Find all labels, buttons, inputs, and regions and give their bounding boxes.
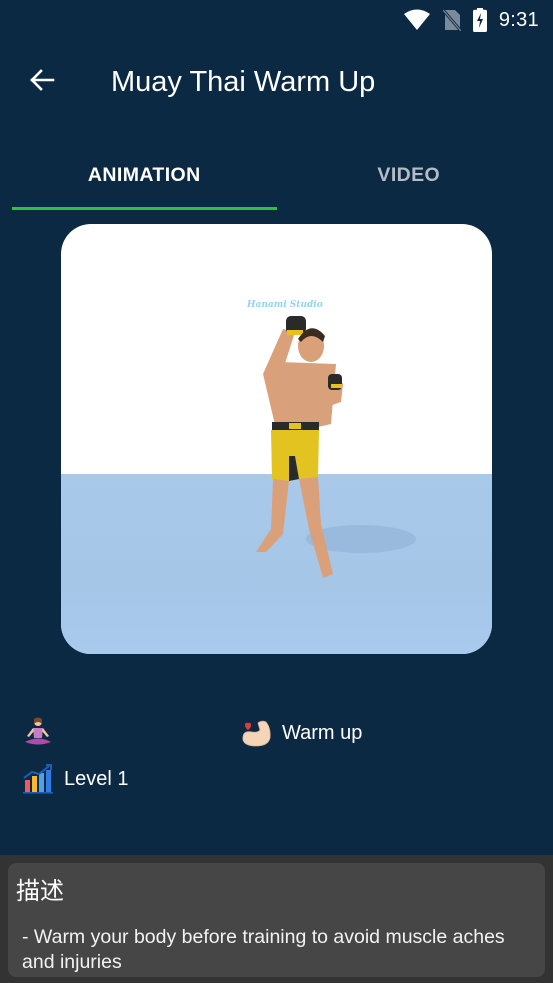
back-button[interactable] (22, 62, 62, 102)
arrow-left-icon (29, 68, 55, 97)
level-row: Level 1 (22, 764, 129, 794)
type-row: Warm up (240, 718, 362, 748)
tab-video[interactable]: VIDEO (277, 140, 542, 210)
flexed-biceps-icon (240, 718, 272, 748)
battery-charging-icon (472, 8, 487, 32)
figure-right-leg (299, 477, 333, 578)
yoga-person-icon (22, 716, 54, 748)
type-label: Warm up (282, 721, 363, 744)
level-label: Level 1 (64, 767, 129, 790)
category-row (22, 716, 64, 748)
no-sim-icon (442, 9, 461, 31)
description-card: 描述 - Warm your body before training to a… (8, 863, 545, 977)
tab-bar: ANIMATION VIDEO (12, 140, 541, 212)
tab-animation[interactable]: ANIMATION (12, 140, 277, 210)
description-title: 描述 (16, 877, 64, 905)
exercise-animation[interactable]: Hanami Studio (61, 224, 492, 654)
bar-chart-rising-icon (22, 764, 54, 794)
figure-left-leg (256, 479, 289, 552)
description-panel: 描述 - Warm your body before training to a… (0, 855, 553, 983)
description-text: - Warm your body before training to avoi… (22, 926, 505, 973)
app-bar: Muay Thai Warm Up (0, 40, 553, 122)
wifi-icon (403, 9, 431, 31)
fighter-figure (256, 316, 416, 578)
page-title: Muay Thai Warm Up (111, 66, 376, 98)
status-bar: 9:31 (0, 0, 553, 40)
status-time: 9:31 (498, 8, 539, 31)
